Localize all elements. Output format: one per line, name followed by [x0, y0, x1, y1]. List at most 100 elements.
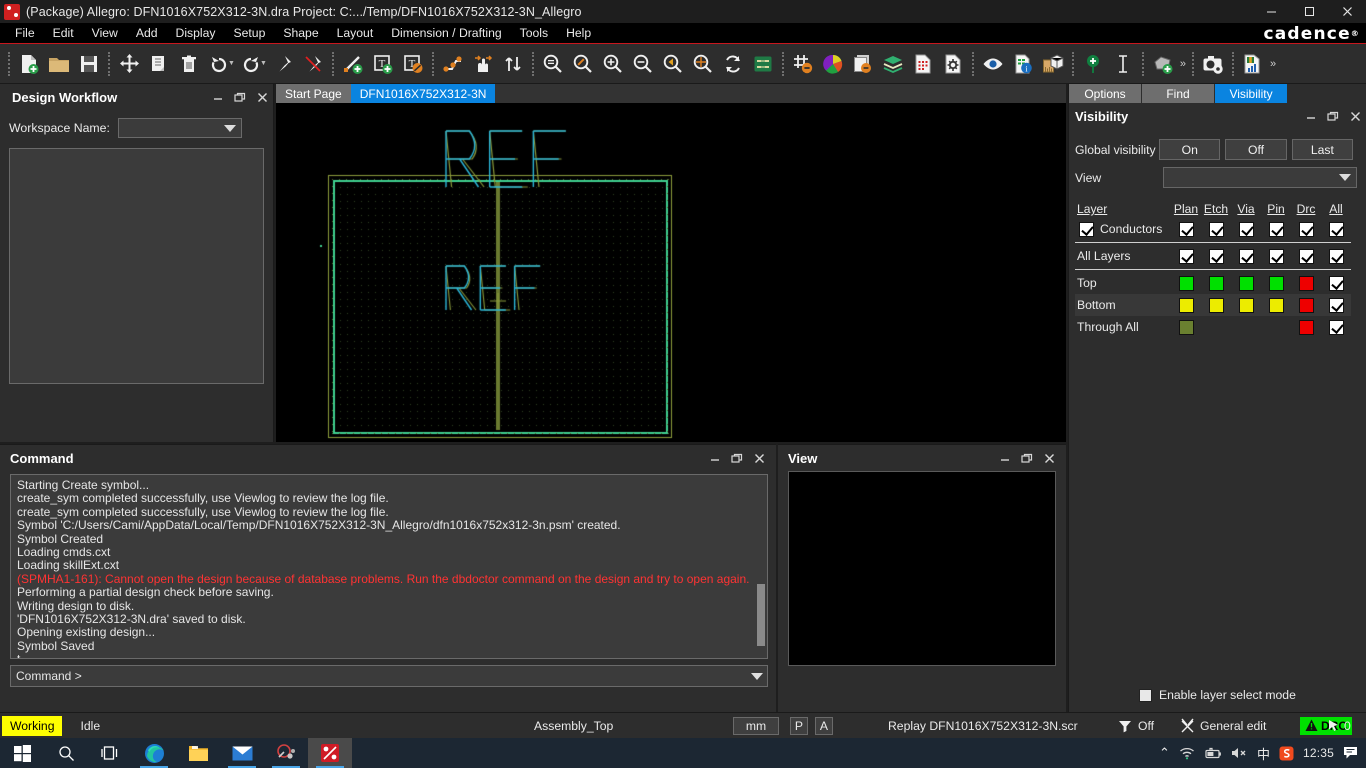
visibility-checkbox[interactable] — [1208, 221, 1224, 237]
unpin-icon[interactable] — [298, 48, 328, 80]
visibility-eye-icon[interactable] — [978, 48, 1008, 80]
visibility-checkbox[interactable] — [1208, 248, 1224, 264]
layer-color-swatch-cell[interactable] — [1231, 294, 1261, 316]
add-text-icon[interactable]: T — [368, 48, 398, 80]
menu-edit[interactable]: Edit — [44, 24, 83, 42]
color-swatch[interactable] — [1208, 275, 1224, 291]
col-plan[interactable]: Plan — [1171, 202, 1201, 218]
subclass-icon[interactable] — [848, 48, 878, 80]
open-folder-icon[interactable] — [44, 48, 74, 80]
filter-status[interactable]: Off — [1118, 719, 1154, 733]
menu-file[interactable]: File — [6, 24, 44, 42]
col-all[interactable]: All — [1321, 202, 1351, 218]
command-close-button[interactable] — [748, 447, 770, 469]
tab-options[interactable]: Options — [1069, 84, 1141, 103]
design-workflow-minimize-button[interactable] — [207, 86, 229, 108]
clock[interactable]: 12:35 — [1303, 746, 1334, 760]
design-workflow-list[interactable] — [9, 148, 264, 384]
layer-color-swatch-cell[interactable] — [1291, 316, 1321, 338]
view-panel-restore-button[interactable] — [1016, 447, 1038, 469]
color-swatch[interactable] — [1298, 319, 1314, 335]
add-connect-icon[interactable] — [438, 48, 468, 80]
col-layer[interactable]: Layer — [1075, 202, 1171, 218]
layer-checkbox-cell[interactable] — [1171, 245, 1201, 267]
command-minimize-button[interactable] — [704, 447, 726, 469]
tab-find[interactable]: Find — [1142, 84, 1214, 103]
save-icon[interactable] — [74, 48, 104, 80]
layer-checkbox-cell[interactable] — [1261, 245, 1291, 267]
menu-add[interactable]: Add — [127, 24, 167, 42]
ime-language-indicator[interactable]: 中 — [1257, 744, 1270, 763]
add-line-icon[interactable] — [338, 48, 368, 80]
menu-layout[interactable]: Layout — [328, 24, 383, 42]
properties-icon[interactable] — [938, 48, 968, 80]
visibility-restore-button[interactable] — [1322, 105, 1344, 127]
edit-mode-status[interactable]: General edit — [1180, 718, 1266, 733]
start-button[interactable] — [0, 738, 44, 768]
layer-checkbox-cell[interactable] — [1291, 218, 1321, 240]
menu-dimension-drafting[interactable]: Dimension / Drafting — [382, 24, 510, 42]
visibility-checkbox[interactable] — [1178, 221, 1194, 237]
menu-view[interactable]: View — [83, 24, 127, 42]
color-palette-icon[interactable] — [818, 48, 848, 80]
visibility-checkbox[interactable] — [1268, 248, 1284, 264]
reports-icon[interactable] — [908, 48, 938, 80]
chevron-down-icon[interactable] — [751, 672, 763, 680]
menu-display[interactable]: Display — [167, 24, 225, 42]
tab-visibility[interactable]: Visibility — [1215, 84, 1287, 103]
menu-tools[interactable]: Tools — [511, 24, 557, 42]
visibility-checkbox[interactable] — [1238, 248, 1254, 264]
file-explorer-button[interactable] — [176, 738, 220, 768]
layer-row[interactable]: Bottom — [1075, 294, 1351, 316]
command-restore-button[interactable] — [726, 447, 748, 469]
copy-icon[interactable] — [144, 48, 174, 80]
new-document-icon[interactable] — [14, 48, 44, 80]
layer-row[interactable]: All Layers — [1075, 245, 1351, 267]
visibility-checkbox[interactable] — [1328, 275, 1344, 291]
menu-setup[interactable]: Setup — [225, 24, 275, 42]
units-button[interactable]: mm — [733, 716, 779, 735]
layer-checkbox-cell[interactable] — [1321, 218, 1351, 240]
minimize-button[interactable] — [1252, 0, 1290, 23]
visibility-checkbox[interactable] — [1178, 248, 1194, 264]
zoom-center-icon[interactable] — [688, 48, 718, 80]
visibility-checkbox[interactable] — [1328, 319, 1344, 335]
visibility-checkbox[interactable] — [1328, 297, 1344, 313]
global-visibility-on-button[interactable]: On — [1159, 139, 1221, 160]
layer-name-cell[interactable]: Bottom — [1075, 294, 1171, 316]
zoom-previous-icon[interactable] — [658, 48, 688, 80]
col-etch[interactable]: Etch — [1201, 202, 1231, 218]
command-scrollbar-track[interactable] — [757, 476, 766, 657]
layer-checkbox-cell[interactable] — [1261, 218, 1291, 240]
global-visibility-last-button[interactable]: Last — [1291, 139, 1353, 160]
color-swatch[interactable] — [1268, 275, 1284, 291]
tray-expand-chevron-icon[interactable]: ⌃ — [1159, 745, 1170, 761]
visibility-checkbox[interactable] — [1268, 221, 1284, 237]
layer-color-swatch-cell[interactable] — [1261, 294, 1291, 316]
refresh-icon[interactable] — [718, 48, 748, 80]
layer-name-cell[interactable]: All Layers — [1075, 245, 1171, 267]
visibility-checkbox[interactable] — [1328, 221, 1344, 237]
color-swatch[interactable] — [1178, 319, 1194, 335]
col-drc[interactable]: Drc — [1291, 202, 1321, 218]
volume-muted-icon[interactable] — [1231, 746, 1248, 760]
layer-color-swatch-cell[interactable] — [1201, 294, 1231, 316]
task-view-button[interactable] — [88, 738, 132, 768]
layer-color-swatch-cell[interactable] — [1171, 294, 1201, 316]
view-preview-area[interactable] — [788, 471, 1056, 666]
board-icon[interactable] — [748, 48, 778, 80]
color-swatch[interactable] — [1178, 275, 1194, 291]
color-swatch[interactable] — [1238, 275, 1254, 291]
delete-trash-icon[interactable] — [174, 48, 204, 80]
menu-help[interactable]: Help — [557, 24, 600, 42]
command-output-log[interactable]: Starting Create symbol... create_sym comp… — [10, 474, 768, 659]
layer-checkbox-cell[interactable] — [1291, 245, 1321, 267]
screenshot-icon[interactable] — [1198, 48, 1228, 80]
layer-checkbox-cell[interactable] — [1171, 218, 1201, 240]
zoom-in-icon[interactable] — [598, 48, 628, 80]
view-panel-close-button[interactable] — [1038, 447, 1060, 469]
color-swatch[interactable] — [1178, 297, 1194, 313]
view-combobox[interactable] — [1163, 167, 1357, 188]
layer-checkbox-cell[interactable] — [1201, 218, 1231, 240]
enable-layer-select-checkbox[interactable] — [1139, 688, 1152, 702]
